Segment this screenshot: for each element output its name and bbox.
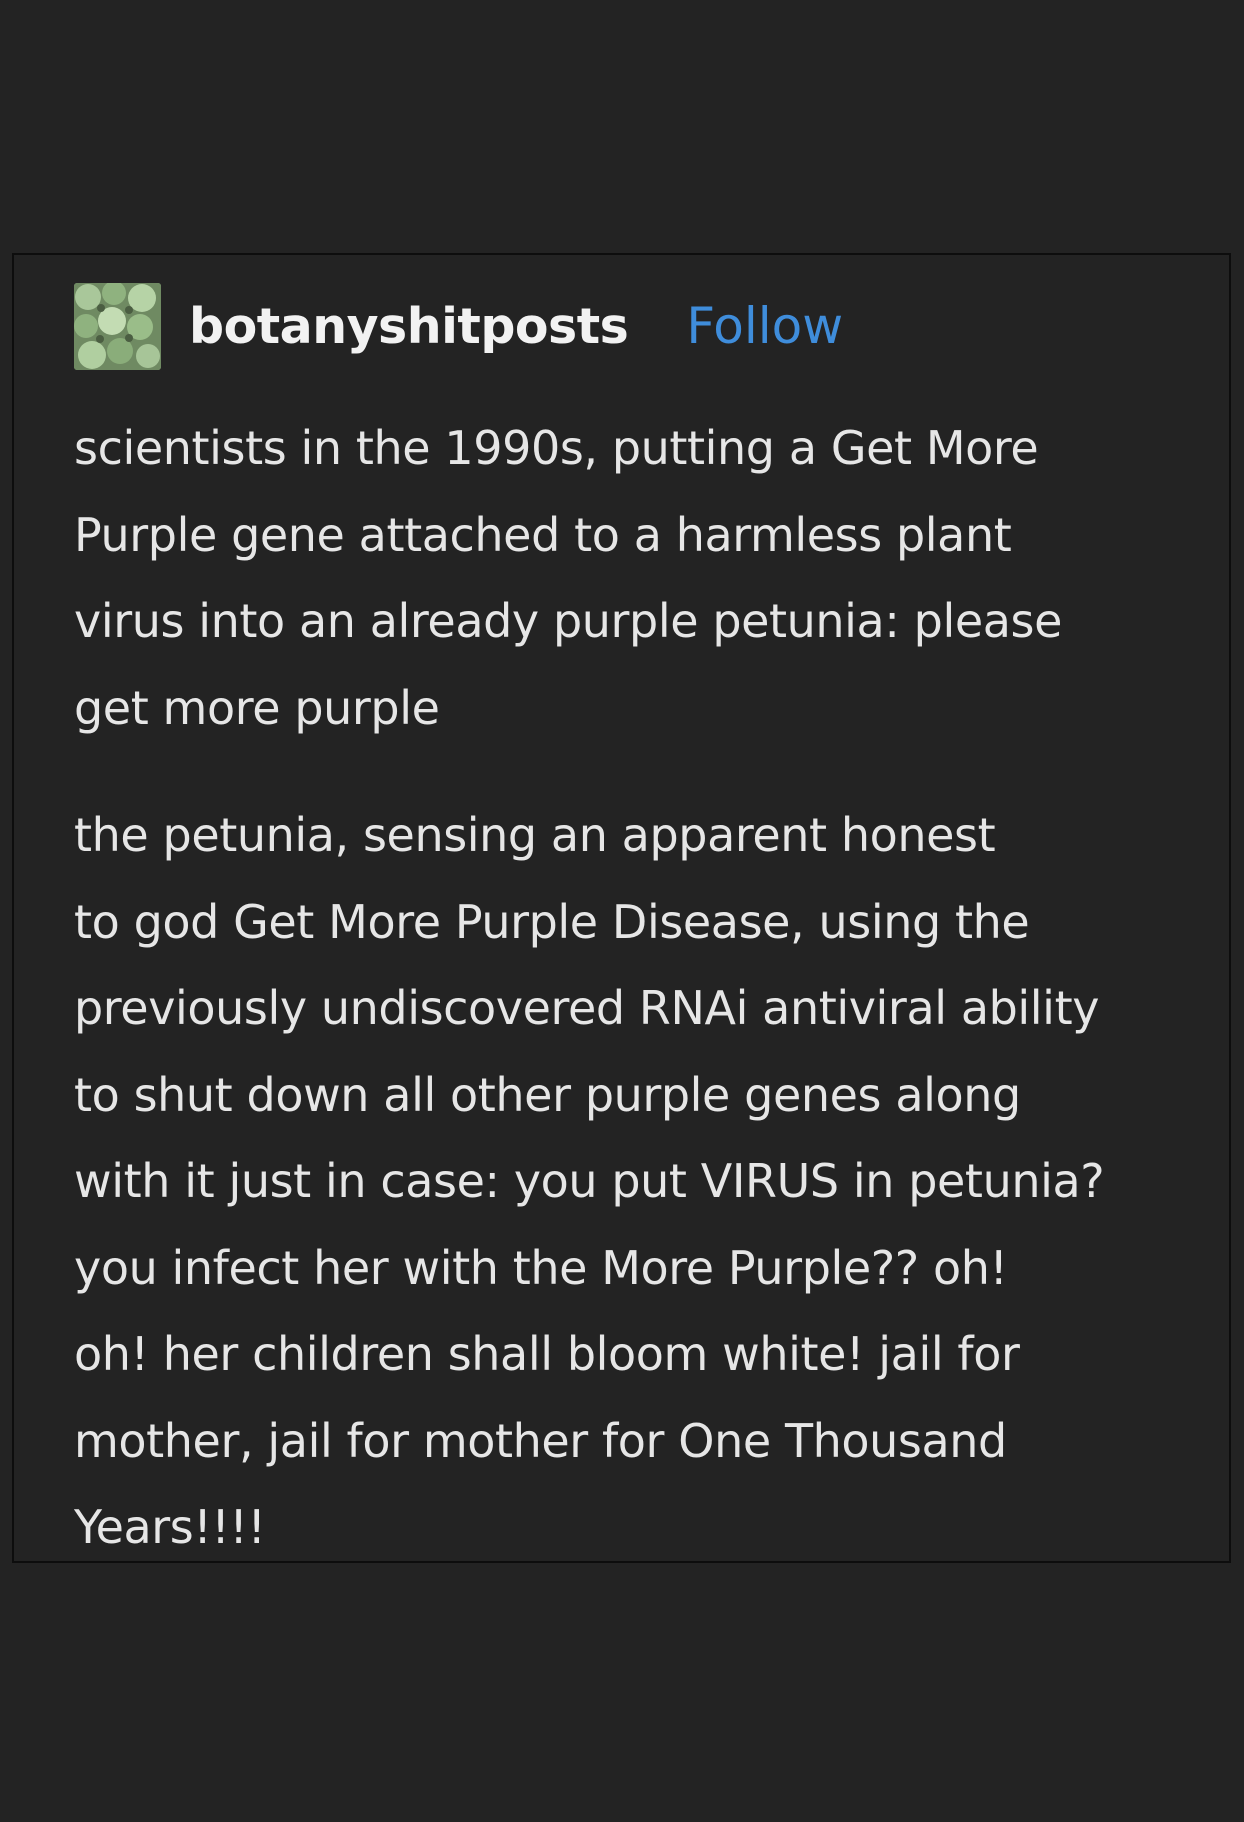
- text-line: the petunia, sensing an apparent honest: [74, 808, 996, 862]
- text-line: to shut down all other purple genes alon…: [74, 1067, 1021, 1122]
- text-line: oh! her children shall bloom white! jail…: [74, 1327, 1020, 1381]
- post-paragraph: scientists in the 1990s, putting a Get M…: [74, 405, 1224, 751]
- text-line: get more purple: [74, 680, 440, 735]
- text-line: previously undiscovered RNAi antiviral a…: [74, 981, 1100, 1035]
- text-line: with it just in case: you put VIRUS in p…: [74, 1154, 1105, 1208]
- follow-button[interactable]: Follow: [686, 297, 843, 355]
- post-body: scientists in the 1990s, putting a Get M…: [74, 405, 1224, 1571]
- post-paragraph: the petunia, sensing an apparent honest …: [74, 792, 1224, 1571]
- post-header: botanyshitposts Follow: [74, 282, 843, 370]
- post-card: botanyshitposts Follow scientists in the…: [12, 253, 1231, 1563]
- text-line: Purple gene attached to a harmless plant: [74, 507, 1012, 562]
- text-line: mother, jail for mother for One Thousand: [74, 1413, 1007, 1468]
- succulent-avatar-icon[interactable]: [74, 282, 161, 370]
- text-line: scientists in the 1990s, putting a Get M…: [74, 421, 1039, 475]
- text-line: you infect her with the More Purple?? oh…: [74, 1240, 1008, 1295]
- username[interactable]: botanyshitposts: [189, 298, 629, 355]
- text-line: Years!!!!: [74, 1500, 266, 1554]
- text-line: virus into an already purple petunia: pl…: [74, 594, 1062, 648]
- text-line: to god Get More Purple Disease, using th…: [74, 894, 1030, 949]
